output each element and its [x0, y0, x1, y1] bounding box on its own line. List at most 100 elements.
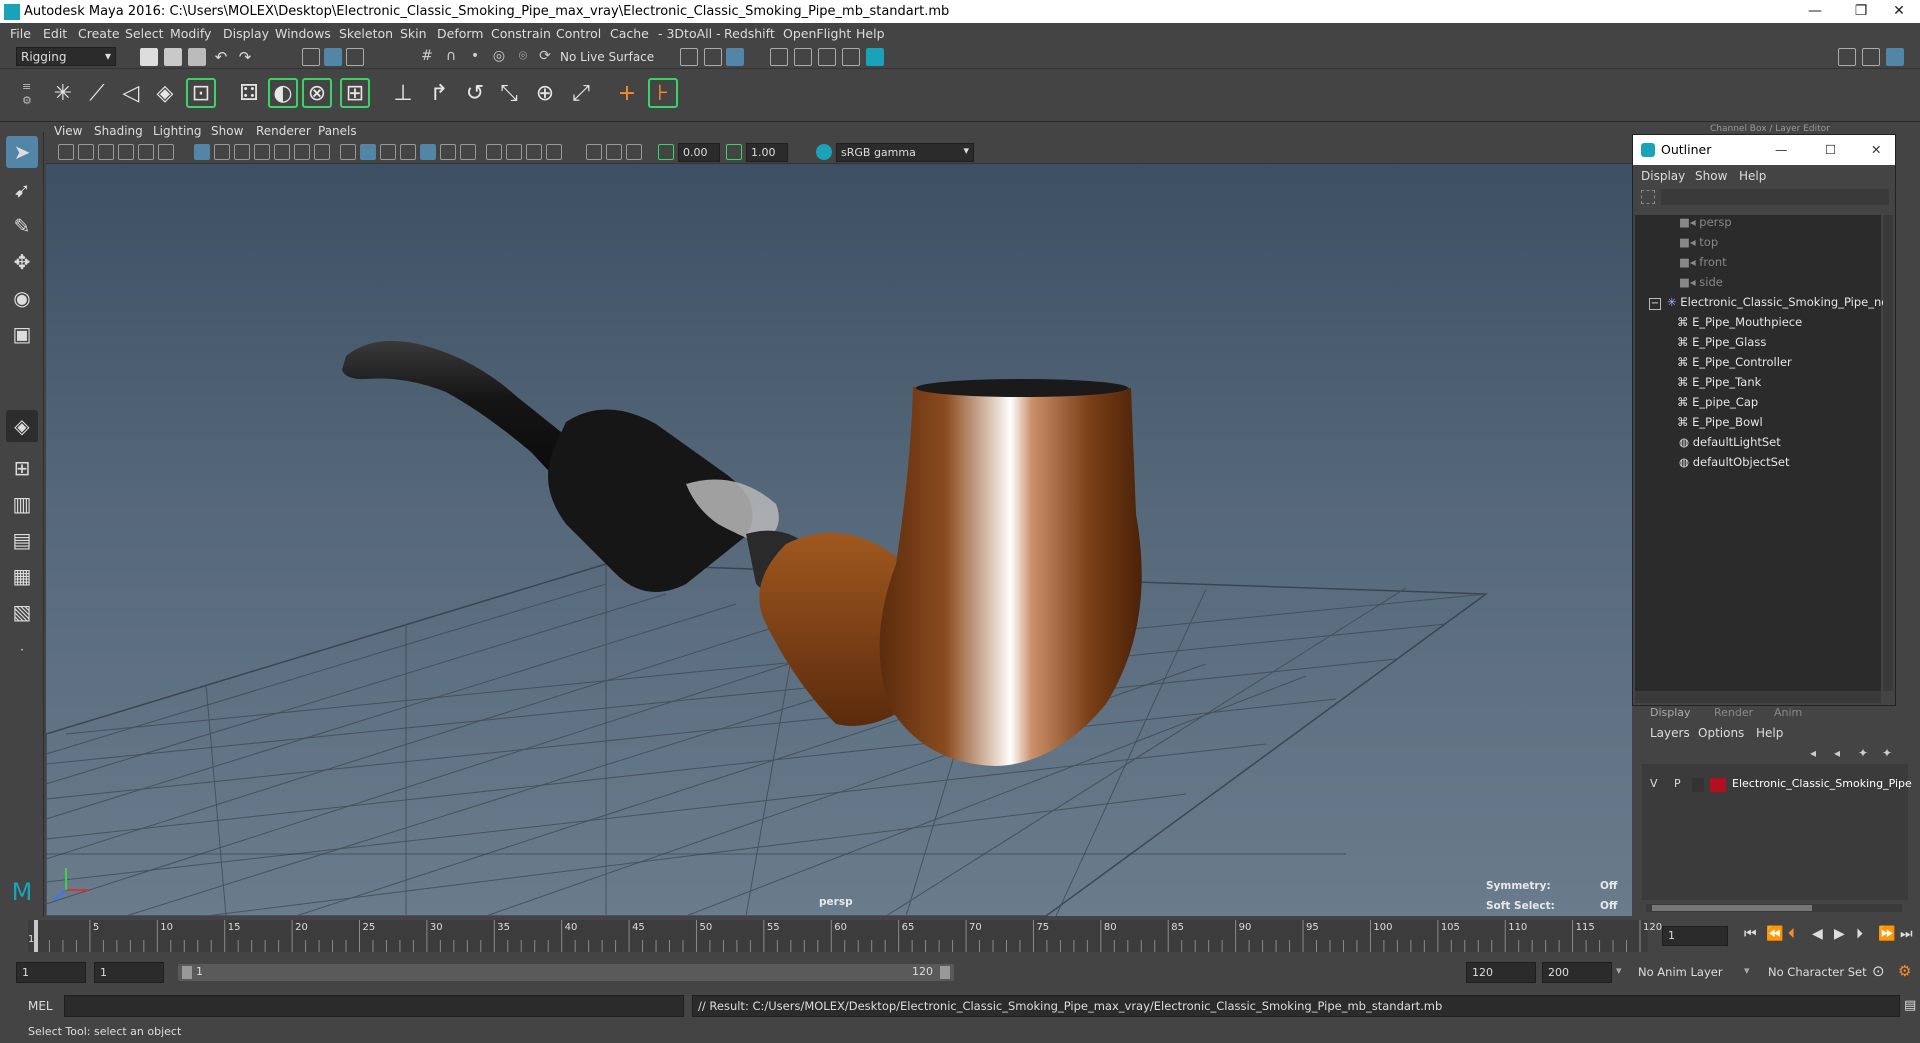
step-forward-key-icon[interactable]: ⏩	[1878, 926, 1895, 942]
outliner-close-button[interactable]: ✕	[1871, 135, 1881, 165]
exposure-icon[interactable]	[658, 144, 674, 160]
shelf-options-icon[interactable]: ≡ ⚙	[22, 80, 32, 110]
chevron-down-icon[interactable]: ▾	[1616, 964, 1622, 977]
minimize-button[interactable]: —	[1792, 0, 1838, 23]
ipr-render-icon[interactable]	[794, 48, 812, 66]
grid-icon[interactable]	[194, 144, 210, 160]
outliner-item-side[interactable]: ■◂ side	[1679, 275, 1723, 295]
menu-display[interactable]: Display	[223, 26, 269, 41]
color-management-icon[interactable]	[816, 144, 832, 160]
save-scene-icon[interactable]	[188, 48, 206, 66]
channel-box-toggle-icon[interactable]	[1886, 48, 1904, 66]
2d-pan-zoom-icon[interactable]	[138, 144, 154, 160]
undo-icon[interactable]: ↶	[212, 48, 230, 66]
snap-curve-icon[interactable]: ∩	[442, 48, 460, 66]
outliner-menu-show[interactable]: Show	[1695, 169, 1727, 183]
move-layer-down-icon[interactable]: ◂	[1834, 746, 1840, 760]
menu-cache[interactable]: Cache	[610, 26, 649, 41]
viewport-menu-lighting[interactable]: Lighting	[153, 124, 202, 138]
tool-settings-toggle-icon[interactable]	[1862, 48, 1880, 66]
animation-prefs-icon[interactable]: ⚙	[1898, 962, 1911, 980]
film-gate-icon[interactable]	[214, 144, 230, 160]
step-back-key-icon[interactable]: ⏪	[1766, 926, 1783, 942]
animation-end-field[interactable]: 200	[1542, 962, 1612, 983]
render-region-icon[interactable]	[726, 48, 744, 66]
snap-point-icon[interactable]: •	[466, 48, 484, 66]
new-scene-icon[interactable]	[140, 48, 158, 66]
menu-openflight[interactable]: OpenFlight	[783, 26, 851, 41]
outliner-item-tank[interactable]: ⌘ E_Pipe_Tank	[1677, 375, 1761, 395]
smooth-bind-icon[interactable]: ◐	[268, 78, 298, 108]
use-lights-icon[interactable]	[420, 144, 436, 160]
orient-constraint-icon[interactable]: ↺	[460, 78, 490, 108]
go-to-end-icon[interactable]: ⏭	[1900, 926, 1913, 942]
move-layer-up-icon[interactable]: ◂	[1810, 746, 1816, 760]
play-backward-icon[interactable]: ◀	[1812, 926, 1823, 942]
open-scene-icon[interactable]	[164, 48, 182, 66]
resolution-gate-icon[interactable]	[234, 144, 250, 160]
antialias-icon[interactable]	[506, 144, 522, 160]
layer-row[interactable]: V P Electronic_Classic_Smoking_Pipe	[1642, 776, 1912, 794]
perspective-viewport[interactable]: persp Symmetry: Off Soft Select: Off	[46, 164, 1632, 916]
ik-spline-icon[interactable]: ◁	[116, 78, 146, 108]
snap-view-icon[interactable]: ◎	[490, 48, 508, 66]
color-space-dropdown[interactable]: sRGB gamma ▾	[836, 143, 974, 162]
four-view-layout-icon[interactable]: ⊞	[6, 452, 38, 484]
xray-icon[interactable]	[586, 144, 602, 160]
layer-playback-toggle[interactable]: P	[1674, 777, 1681, 790]
input-ops-icon[interactable]	[680, 48, 698, 66]
time-ruler[interactable]: 1 5 10 15 20 25 30 35 40 45 50 55 60 65 70 75 80 85 90 95 1…	[28, 920, 1662, 952]
render-settings-icon[interactable]	[818, 48, 836, 66]
ik-handle-icon[interactable]: ⟋	[82, 78, 112, 108]
depth-of-field-icon[interactable]	[526, 144, 542, 160]
menu-skin[interactable]: Skin	[400, 26, 427, 41]
gate-mask-icon[interactable]	[254, 144, 270, 160]
menu-edit[interactable]: Edit	[43, 26, 67, 41]
aim-constraint-icon[interactable]: ↱	[424, 78, 454, 108]
xray-components-icon[interactable]	[626, 144, 642, 160]
textured-icon[interactable]	[400, 144, 416, 160]
auto-key-icon[interactable]: ⊙	[1872, 962, 1885, 980]
animation-start-field[interactable]: 1	[16, 962, 86, 983]
new-layer-selected-icon[interactable]: ✦	[1882, 746, 1892, 760]
new-layer-icon[interactable]: ✦	[1858, 746, 1868, 760]
menu-windows[interactable]: Windows	[275, 26, 331, 41]
ambient-occlusion-icon[interactable]	[460, 144, 476, 160]
menu-skeleton[interactable]: Skeleton	[339, 26, 393, 41]
range-end-handle[interactable]	[940, 966, 950, 979]
outliner-search-input[interactable]	[1661, 189, 1889, 205]
wireframe-icon[interactable]	[340, 144, 356, 160]
playback-start-field[interactable]: 1	[94, 962, 164, 983]
redo-icon[interactable]: ↷	[236, 48, 254, 66]
single-perspective-layout-icon[interactable]: ◈	[6, 410, 38, 442]
camera-attributes-icon[interactable]	[78, 144, 94, 160]
redshift-render-icon[interactable]	[866, 48, 884, 66]
menu-3dtoall[interactable]: - 3DtoAll -	[658, 26, 721, 41]
layer-menu-layers[interactable]: Layers	[1650, 726, 1690, 740]
menu-select[interactable]: Select	[125, 26, 164, 41]
filter-icon[interactable]	[1641, 190, 1655, 204]
orient-joint-icon[interactable]: ⊡	[186, 78, 216, 108]
menu-constrain[interactable]: Constrain	[491, 26, 551, 41]
point-constraint-icon[interactable]: ⊥	[388, 78, 418, 108]
script-mode-toggle[interactable]: MEL	[28, 999, 53, 1013]
attribute-editor-toggle-icon[interactable]	[1838, 48, 1856, 66]
outliner-item-persp[interactable]: ■◂ persp	[1679, 215, 1732, 235]
play-forward-icon[interactable]: ▶	[1834, 926, 1845, 942]
select-tool-icon[interactable]: ➤	[6, 136, 38, 168]
menu-deform[interactable]: Deform	[437, 26, 483, 41]
script-editor-icon[interactable]: ▤	[1904, 998, 1916, 1013]
anim-layer-dropdown[interactable]: No Anim Layer	[1638, 965, 1723, 979]
current-frame-marker[interactable]	[34, 920, 38, 952]
outliner-item-cap[interactable]: ⌘ E_pipe_Cap	[1677, 395, 1758, 415]
exposure-field[interactable]: 0.00	[678, 143, 720, 162]
outliner-item-bowl[interactable]: ⌘ E_Pipe_Bowl	[1677, 415, 1763, 435]
lasso-tool-icon[interactable]: ➹	[6, 174, 38, 206]
select-component-icon[interactable]	[346, 48, 364, 66]
menu-create[interactable]: Create	[78, 26, 120, 41]
outliner-item-top[interactable]: ■◂ top	[1679, 235, 1718, 255]
viewport-menu-shading[interactable]: Shading	[94, 124, 143, 138]
persp-graph-layout-icon[interactable]: ▤	[6, 524, 38, 556]
layer-menu-help[interactable]: Help	[1756, 726, 1783, 740]
outliner-menu-help[interactable]: Help	[1739, 169, 1766, 183]
